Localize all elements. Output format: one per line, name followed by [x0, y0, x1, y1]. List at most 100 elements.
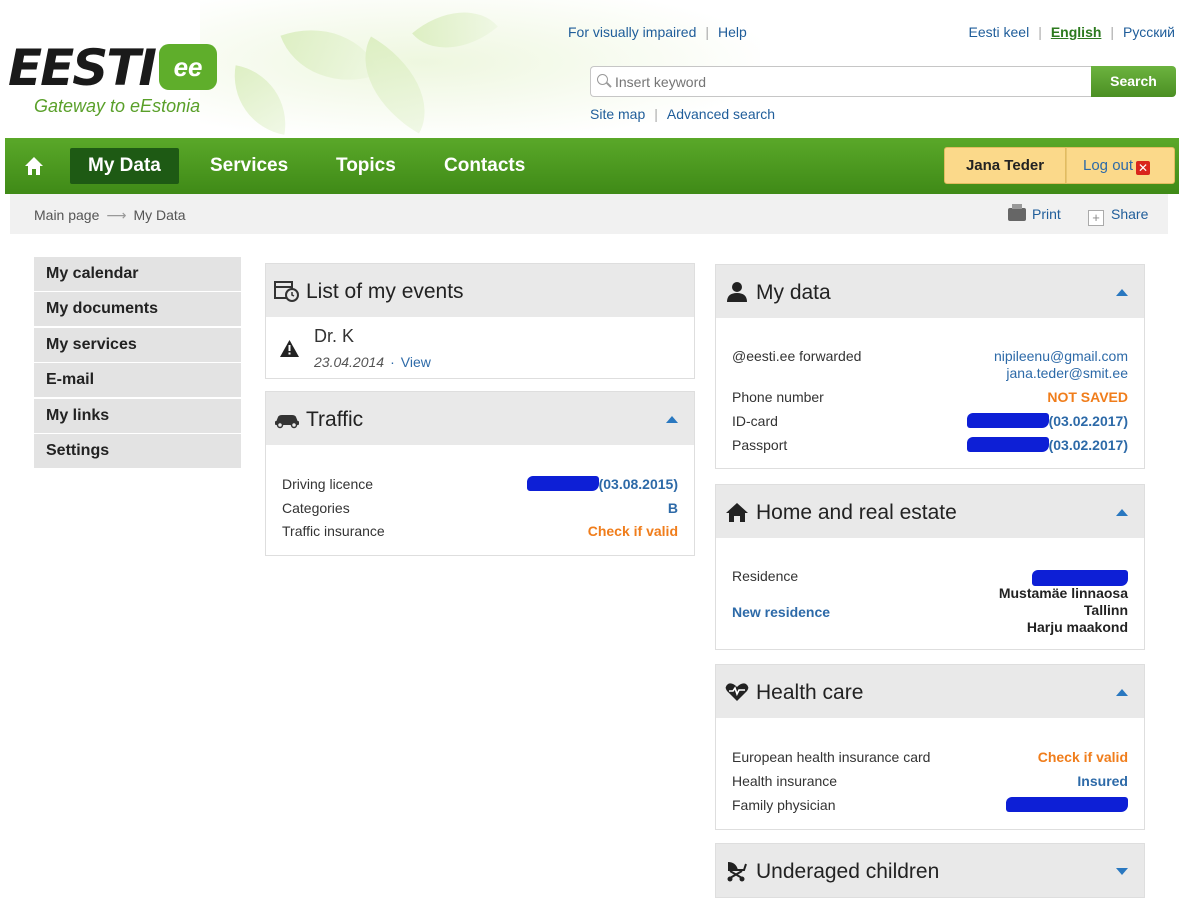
event-date: 23.04.2014 [314, 354, 385, 370]
print-button[interactable]: Print [1008, 204, 1061, 222]
collapse-icon[interactable] [1116, 289, 1128, 296]
idcard-value[interactable]: (03.02.2017) [966, 413, 1128, 429]
calendar-clock-icon [274, 281, 299, 302]
events-panel-header[interactable]: List of my events [266, 264, 694, 317]
language-switcher: Eesti keel | English | Русский [968, 24, 1176, 40]
sidebar: My calendar My documents My services E-m… [34, 257, 241, 469]
car-icon [275, 415, 299, 429]
breadcrumb-main-page[interactable]: Main page [34, 207, 99, 223]
nav-topics[interactable]: Topics [318, 148, 414, 184]
event-view-link[interactable]: View [401, 354, 431, 370]
collapse-icon[interactable] [1116, 509, 1128, 516]
heart-icon [725, 683, 749, 701]
driving-licence-row: Driving licence (03.08.2015) [282, 476, 678, 494]
search-input[interactable] [591, 67, 1061, 96]
children-panel-header[interactable]: Underaged children [716, 844, 1144, 897]
phone-value[interactable]: NOT SAVED [1047, 389, 1128, 405]
visually-impaired-link[interactable]: For visually impaired [568, 24, 696, 40]
logo-word: EESTI [8, 39, 157, 97]
health-panel-header[interactable]: Health care [716, 665, 1144, 718]
traffic-insurance-value[interactable]: Check if valid [588, 523, 678, 539]
collapse-icon[interactable] [1116, 689, 1128, 696]
user-name[interactable]: Jana Teder [944, 147, 1066, 184]
search-button[interactable]: Search [1091, 66, 1176, 97]
categories-value[interactable]: B [668, 500, 678, 516]
children-panel: Underaged children [715, 843, 1145, 898]
lang-russian[interactable]: Русский [1123, 24, 1175, 40]
traffic-panel-header[interactable]: Traffic [266, 392, 694, 445]
forward-row-2: jana.teder@smit.ee [732, 365, 1128, 383]
help-link[interactable]: Help [718, 24, 747, 40]
nav-services[interactable]: Services [192, 148, 306, 184]
phone-row: Phone number NOT SAVED [732, 389, 1128, 407]
my-data-panel-header[interactable]: My data [716, 265, 1144, 318]
health-title: Health care [756, 681, 864, 704]
nav-contacts[interactable]: Contacts [426, 148, 543, 184]
main-nav: My Data Services Topics Contacts Jana Te… [5, 138, 1179, 194]
address-line-2: Tallinn [1083, 602, 1128, 618]
redacted-block [966, 413, 1049, 428]
warning-icon [280, 340, 299, 357]
physician-redacted [1006, 797, 1128, 813]
new-residence-link[interactable]: New residence [732, 604, 830, 620]
idcard-row: ID-card (03.02.2017) [732, 413, 1128, 431]
address-line-3-row: Harju maakond [732, 619, 1128, 637]
plus-icon: + [1088, 210, 1104, 226]
print-label: Print [1032, 206, 1061, 222]
address-line-1: Mustamäe linnaosa [998, 585, 1128, 601]
close-icon: ✕ [1136, 161, 1151, 175]
traffic-insurance-row: Traffic insurance Check if valid [282, 523, 678, 541]
logout-button[interactable]: Log out ✕ [1066, 147, 1175, 184]
search-icon [597, 74, 608, 85]
health-panel: Health care European health insurance ca… [715, 664, 1145, 830]
logout-label: Log out [1083, 157, 1134, 174]
passport-label: Passport [732, 437, 788, 453]
sidebar-item-my-documents[interactable]: My documents [34, 292, 241, 327]
phone-label: Phone number [732, 389, 824, 405]
my-data-title: My data [756, 281, 831, 304]
logo-tagline: Gateway to eEstonia [34, 96, 201, 116]
breadcrumb: Main page ⟶ My Data [34, 207, 186, 224]
passport-row: Passport (03.02.2017) [732, 437, 1128, 455]
expand-icon[interactable] [1116, 868, 1128, 875]
share-button[interactable]: + Share [1088, 206, 1148, 226]
forward-email-1[interactable]: nipileenu@gmail.com [994, 348, 1128, 364]
sidebar-item-my-calendar[interactable]: My calendar [34, 257, 241, 291]
health-insurance-label: Health insurance [732, 773, 838, 789]
idcard-label: ID-card [732, 413, 778, 429]
event-title[interactable]: Dr. K [314, 326, 354, 347]
passport-value[interactable]: (03.02.2017) [966, 437, 1128, 453]
address-line-2-row: New residence Tallinn [732, 602, 1128, 620]
site-map-link[interactable]: Site map [590, 106, 645, 122]
leaf-decoration [412, 0, 498, 72]
nav-my-data[interactable]: My Data [70, 148, 179, 184]
advanced-search-link[interactable]: Advanced search [667, 106, 775, 122]
sub-links: Site map | Advanced search [590, 106, 776, 122]
event-meta: 23.04.2014 · View [314, 354, 431, 370]
share-label: Share [1111, 206, 1149, 222]
health-insurance-value[interactable]: Insured [1077, 773, 1128, 789]
sidebar-item-my-links[interactable]: My links [34, 398, 241, 433]
redacted-block [966, 437, 1049, 452]
home-title: Home and real estate [756, 501, 957, 524]
home-icon[interactable] [23, 155, 45, 177]
collapse-icon[interactable] [666, 416, 678, 423]
sidebar-item-settings[interactable]: Settings [34, 433, 241, 468]
site-logo[interactable]: EESTI ee Gateway to eEstonia [8, 39, 218, 116]
header: EESTI ee Gateway to eEstonia For visually… [0, 0, 1179, 138]
children-title: Underaged children [756, 860, 940, 883]
lang-estonian[interactable]: Eesti keel [969, 24, 1030, 40]
sidebar-item-email[interactable]: E-mail [34, 363, 241, 398]
lang-english[interactable]: English [1051, 24, 1102, 40]
leaf-decoration [225, 65, 295, 135]
physician-label: Family physician [732, 797, 836, 813]
ehic-row: European health insurance card Check if … [732, 749, 1128, 767]
ehic-value[interactable]: Check if valid [1038, 749, 1128, 765]
house-icon [726, 503, 748, 522]
stroller-icon [727, 862, 747, 882]
sidebar-item-my-services[interactable]: My services [34, 327, 241, 362]
forward-email-2[interactable]: jana.teder@smit.ee [1006, 365, 1128, 381]
driving-licence-value[interactable]: (03.08.2015) [526, 476, 678, 492]
breadcrumb-bar: Main page ⟶ My Data Print + Share [10, 194, 1168, 234]
home-panel-header[interactable]: Home and real estate [716, 485, 1144, 538]
